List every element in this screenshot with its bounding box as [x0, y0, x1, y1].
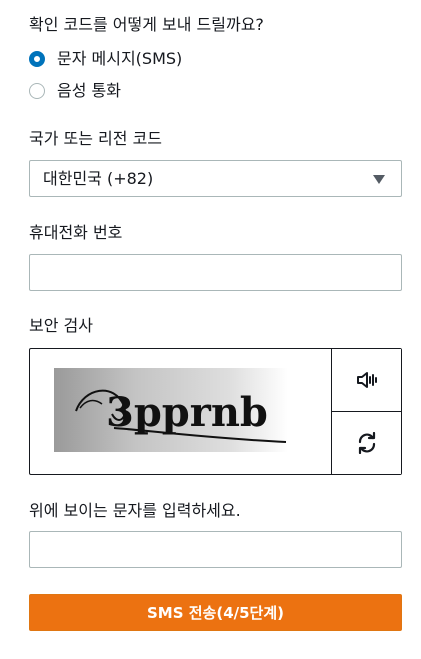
radio-option-sms[interactable]: 문자 메시지(SMS)	[29, 48, 182, 70]
radio-button-sms[interactable]	[29, 51, 45, 67]
caret-down-icon	[373, 175, 385, 184]
captcha-image: 3pprnb	[54, 368, 288, 452]
radio-label-voice-call: 음성 통화	[57, 81, 121, 100]
delivery-method-question: 확인 코드를 어떻게 보내 드릴까요?	[29, 15, 264, 34]
country-code-select[interactable]: 대한민국 (+82)	[29, 160, 402, 197]
captcha-refresh-button[interactable]	[332, 412, 401, 474]
refresh-icon	[358, 432, 375, 454]
captcha-audio-button[interactable]	[332, 349, 401, 412]
captcha-answer-label: 위에 보이는 문자를 입력하세요.	[29, 501, 241, 520]
phone-number-input[interactable]	[29, 254, 402, 291]
phone-number-label: 휴대전화 번호	[29, 223, 123, 242]
speaker-icon	[356, 372, 377, 388]
captcha-box: 3pprnb	[29, 348, 402, 475]
radio-label-sms: 문자 메시지(SMS)	[57, 49, 183, 68]
radio-option-voice-call[interactable]: 음성 통화	[29, 80, 121, 102]
security-check-label: 보안 검사	[29, 316, 93, 335]
radio-button-voice-call[interactable]	[29, 83, 45, 99]
country-code-selected-value: 대한민국 (+82)	[43, 169, 154, 188]
country-code-label: 국가 또는 리전 코드	[29, 129, 163, 148]
captcha-answer-input[interactable]	[29, 531, 402, 568]
send-sms-button[interactable]: SMS 전송(4/5단계)	[29, 594, 402, 631]
